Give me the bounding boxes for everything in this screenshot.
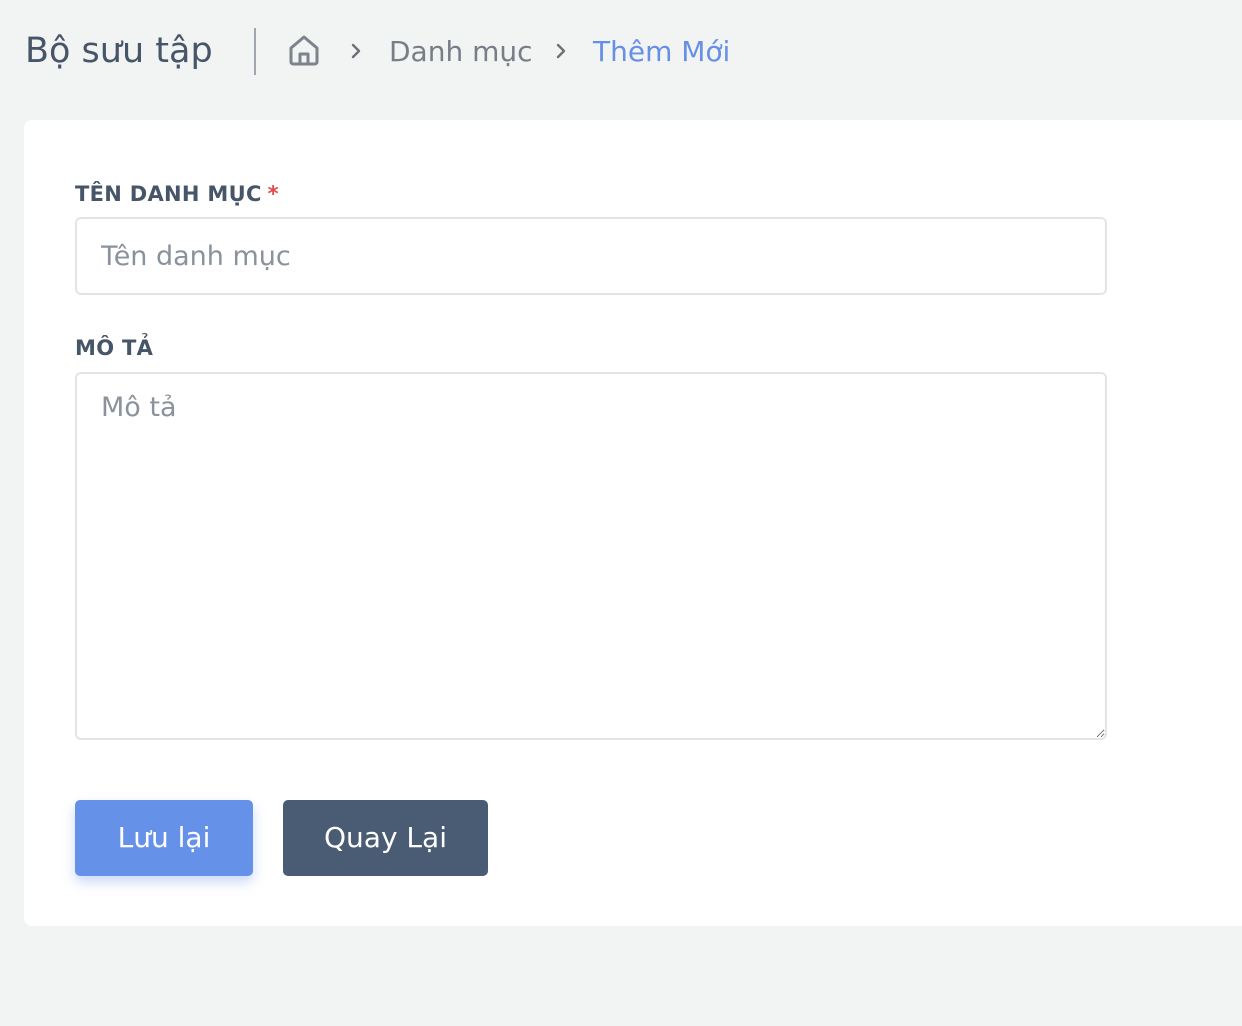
chevron-right-icon: [556, 43, 566, 59]
form-card: TÊN DANH MỤC* MÔ TẢ Lưu lại Quay Lại: [24, 120, 1242, 926]
home-icon[interactable]: [287, 33, 321, 67]
back-button[interactable]: Quay Lại: [283, 800, 488, 876]
header-divider: [254, 28, 256, 75]
category-name-label-text: TÊN DANH MỤC: [75, 182, 262, 206]
description-textarea[interactable]: [75, 372, 1107, 740]
page-header: Bộ sưu tập Danh mục Thêm Mới: [0, 0, 1242, 104]
breadcrumb-item-add-new: Thêm Mới: [593, 35, 731, 68]
category-name-label: TÊN DANH MỤC *: [75, 180, 279, 208]
breadcrumb-item-category[interactable]: Danh mục: [389, 32, 533, 72]
page-title: Bộ sưu tập: [25, 31, 213, 71]
description-label: MÔ TẢ: [75, 336, 154, 360]
save-button[interactable]: Lưu lại: [75, 800, 253, 876]
required-mark: *: [267, 182, 279, 206]
category-name-input[interactable]: [75, 217, 1107, 295]
chevron-right-icon: [351, 43, 361, 59]
